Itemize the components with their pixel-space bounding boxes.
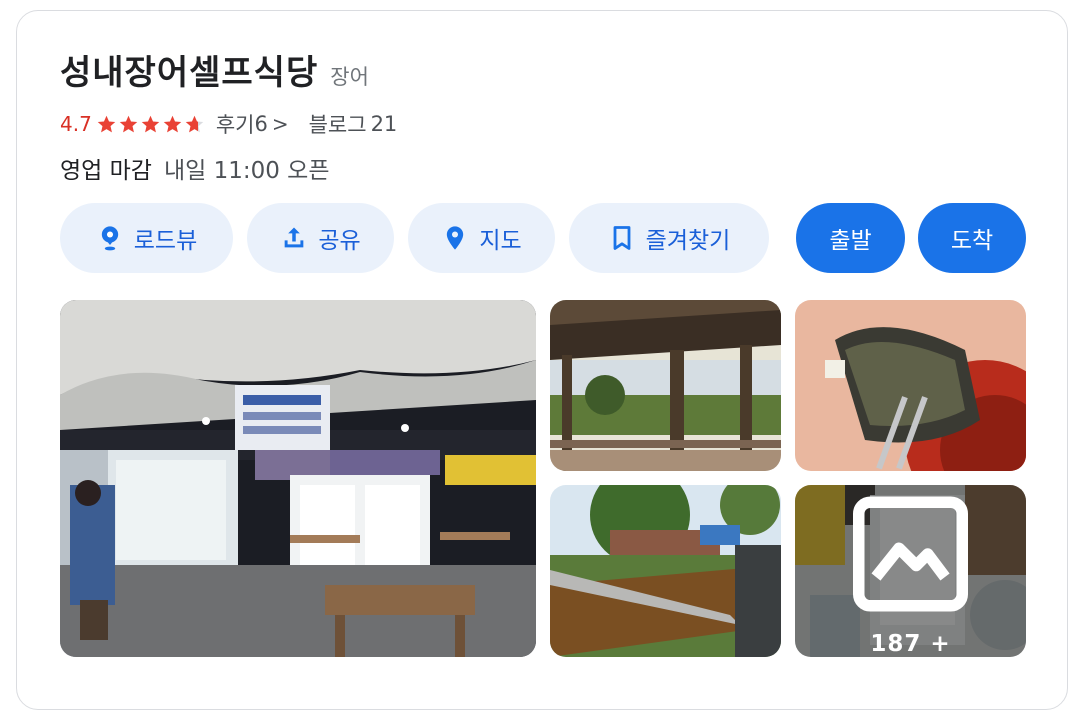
- pavilion-image: [550, 300, 781, 471]
- roadview-label: 로드뷰: [133, 228, 198, 254]
- share-button[interactable]: 공유: [247, 203, 394, 273]
- blog-link[interactable]: 블로그 21: [309, 109, 398, 139]
- star-icon: [97, 115, 116, 132]
- star-icon: [119, 115, 138, 132]
- share-label: 공유: [318, 228, 361, 254]
- chevron-right-icon: >: [271, 112, 289, 136]
- map-button[interactable]: 지도: [408, 203, 555, 273]
- hours-row: 영업 마감 내일 11:00 오픈: [60, 151, 330, 185]
- place-category: 장어: [330, 65, 369, 89]
- arrive-label: 도착: [950, 228, 994, 254]
- depart-label: 출발: [829, 228, 872, 254]
- reviews-link[interactable]: 후기 6 >: [216, 109, 289, 139]
- rating-row: 4.7 후기 6 > 블로그 21: [60, 109, 397, 139]
- reviews-label: 후기: [215, 113, 255, 137]
- roadview-pin-icon: [101, 226, 118, 251]
- photo-more[interactable]: 187 +: [795, 485, 1026, 657]
- garden-stream-image: [550, 485, 781, 657]
- arrive-button[interactable]: 도착: [918, 203, 1026, 273]
- grilled-eel-image: [795, 300, 1026, 471]
- more-photos-overlay[interactable]: 187 +: [795, 485, 1026, 657]
- more-photos-count: 187 +: [870, 631, 951, 657]
- photo-food[interactable]: [795, 300, 1026, 471]
- bookmark-icon: [613, 226, 631, 250]
- place-card: 성내장어셀프식당 장어 4.7 후기 6 > 블로그 21 영업 마감 내일 1…: [16, 10, 1068, 710]
- reviews-count: 6: [254, 112, 268, 136]
- photo-main[interactable]: [60, 300, 536, 657]
- share-upload-icon: [284, 227, 304, 248]
- star-icon: [163, 115, 182, 132]
- map-pin-icon: [447, 226, 464, 250]
- photo-gallery-icon: [853, 496, 968, 612]
- open-status: 영업 마감: [60, 158, 152, 184]
- star-icon: [141, 115, 160, 132]
- blog-count: 21: [370, 112, 398, 136]
- save-label: 즐겨찾기: [645, 228, 731, 254]
- star-half-icon: [185, 115, 204, 132]
- rating-stars: [96, 114, 206, 135]
- restaurant-interior-image: [60, 300, 536, 657]
- action-bar: 로드뷰 공유 지도 즐겨찾기 출발 도착: [60, 203, 1026, 273]
- photo-pavilion[interactable]: [550, 300, 781, 471]
- save-button[interactable]: 즐겨찾기: [569, 203, 769, 273]
- blog-label: 블로그: [308, 113, 367, 137]
- roadview-button[interactable]: 로드뷰: [60, 203, 233, 273]
- place-title[interactable]: 성내장어셀프식당: [60, 45, 318, 94]
- hours-detail: 내일 11:00 오픈: [163, 158, 330, 184]
- depart-button[interactable]: 출발: [796, 203, 905, 273]
- map-label: 지도: [479, 228, 522, 254]
- photo-garden[interactable]: [550, 485, 781, 657]
- rating-value: 4.7: [60, 112, 92, 136]
- title-row: 성내장어셀프식당 장어: [60, 45, 369, 94]
